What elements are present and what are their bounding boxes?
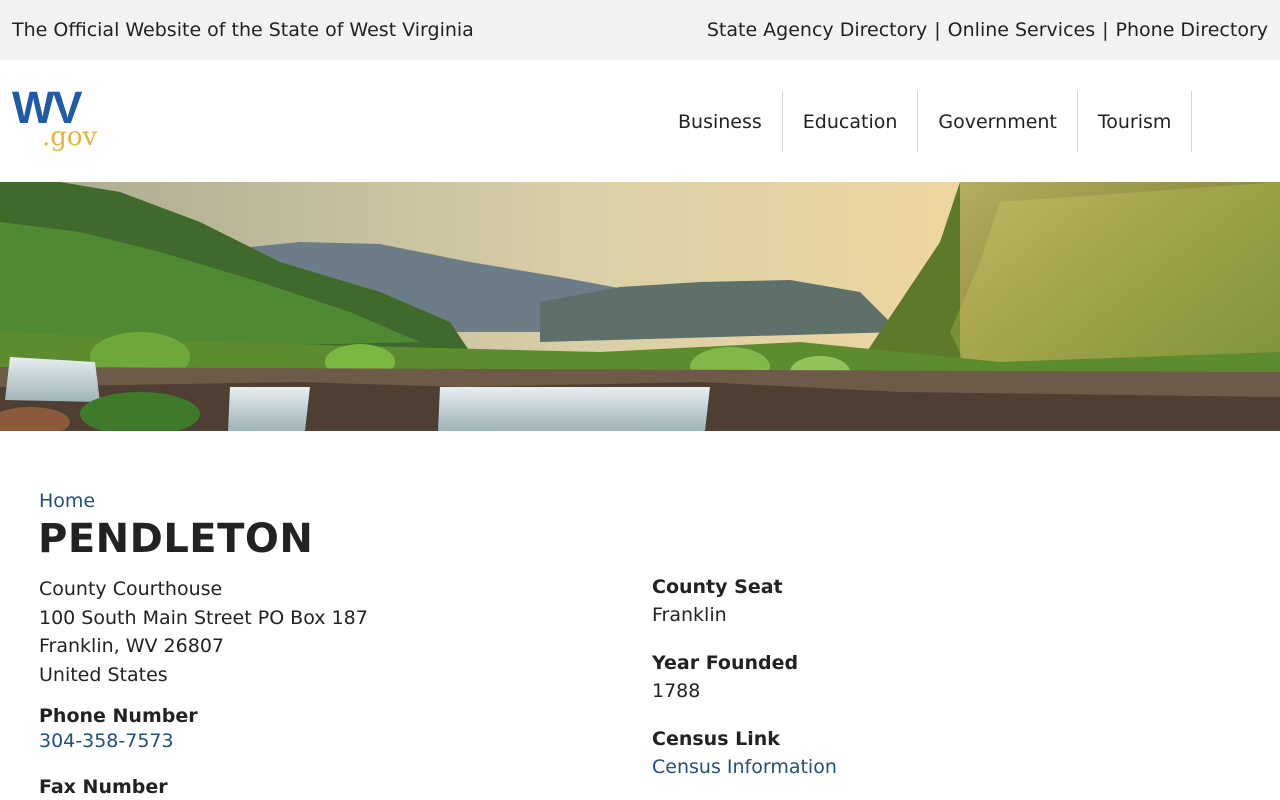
site-header: WV .gov Business Education Government To… <box>0 61 1280 182</box>
county-info-column: County Seat Franklin Year Founded 1788 C… <box>652 575 1212 780</box>
phone-directory-link[interactable]: Phone Directory <box>1116 19 1268 41</box>
address-line: United States <box>39 664 168 687</box>
address-block: County Courthouse 100 South Main Street … <box>39 575 599 690</box>
nav-government[interactable]: Government <box>918 91 1078 152</box>
address-line: 100 South Main Street PO Box 187 <box>39 606 368 629</box>
utility-bar: The Official Website of the State of Wes… <box>0 0 1280 60</box>
online-services-link[interactable]: Online Services <box>948 19 1095 41</box>
address-line: Franklin, WV 26807 <box>39 635 224 658</box>
phone-label: Phone Number <box>39 704 198 727</box>
main-nav: Business Education Government Tourism <box>658 91 1193 152</box>
census-link-label: Census Link <box>652 728 780 750</box>
page-title: PENDLETON <box>38 516 314 562</box>
county-seat-value: Franklin <box>652 604 727 626</box>
year-founded-label: Year Founded <box>652 652 799 674</box>
phone-link[interactable]: 304-358-7573 <box>39 729 599 754</box>
nav-education[interactable]: Education <box>783 91 919 152</box>
nav-business[interactable]: Business <box>658 91 783 152</box>
fax-label: Fax Number <box>39 775 168 798</box>
utility-links: State Agency Directory | Online Services… <box>707 19 1268 41</box>
contact-column: County Courthouse 100 South Main Street … <box>39 575 599 800</box>
nav-tourism[interactable]: Tourism <box>1078 91 1193 152</box>
address-line: County Courthouse <box>39 578 223 600</box>
separator: | <box>1102 19 1109 41</box>
state-agency-directory-link[interactable]: State Agency Directory <box>707 19 927 41</box>
county-seat-label: County Seat <box>652 576 783 598</box>
census-information-link[interactable]: Census Information <box>652 755 1212 780</box>
svg-text:.gov: .gov <box>42 122 98 152</box>
hero-landscape-image <box>0 182 1280 431</box>
separator: | <box>934 19 941 41</box>
wv-gov-logo[interactable]: WV .gov <box>12 87 112 155</box>
breadcrumb-home-link[interactable]: Home <box>39 490 95 512</box>
year-founded-value: 1788 <box>652 680 701 702</box>
site-title: The Official Website of the State of Wes… <box>12 19 474 41</box>
